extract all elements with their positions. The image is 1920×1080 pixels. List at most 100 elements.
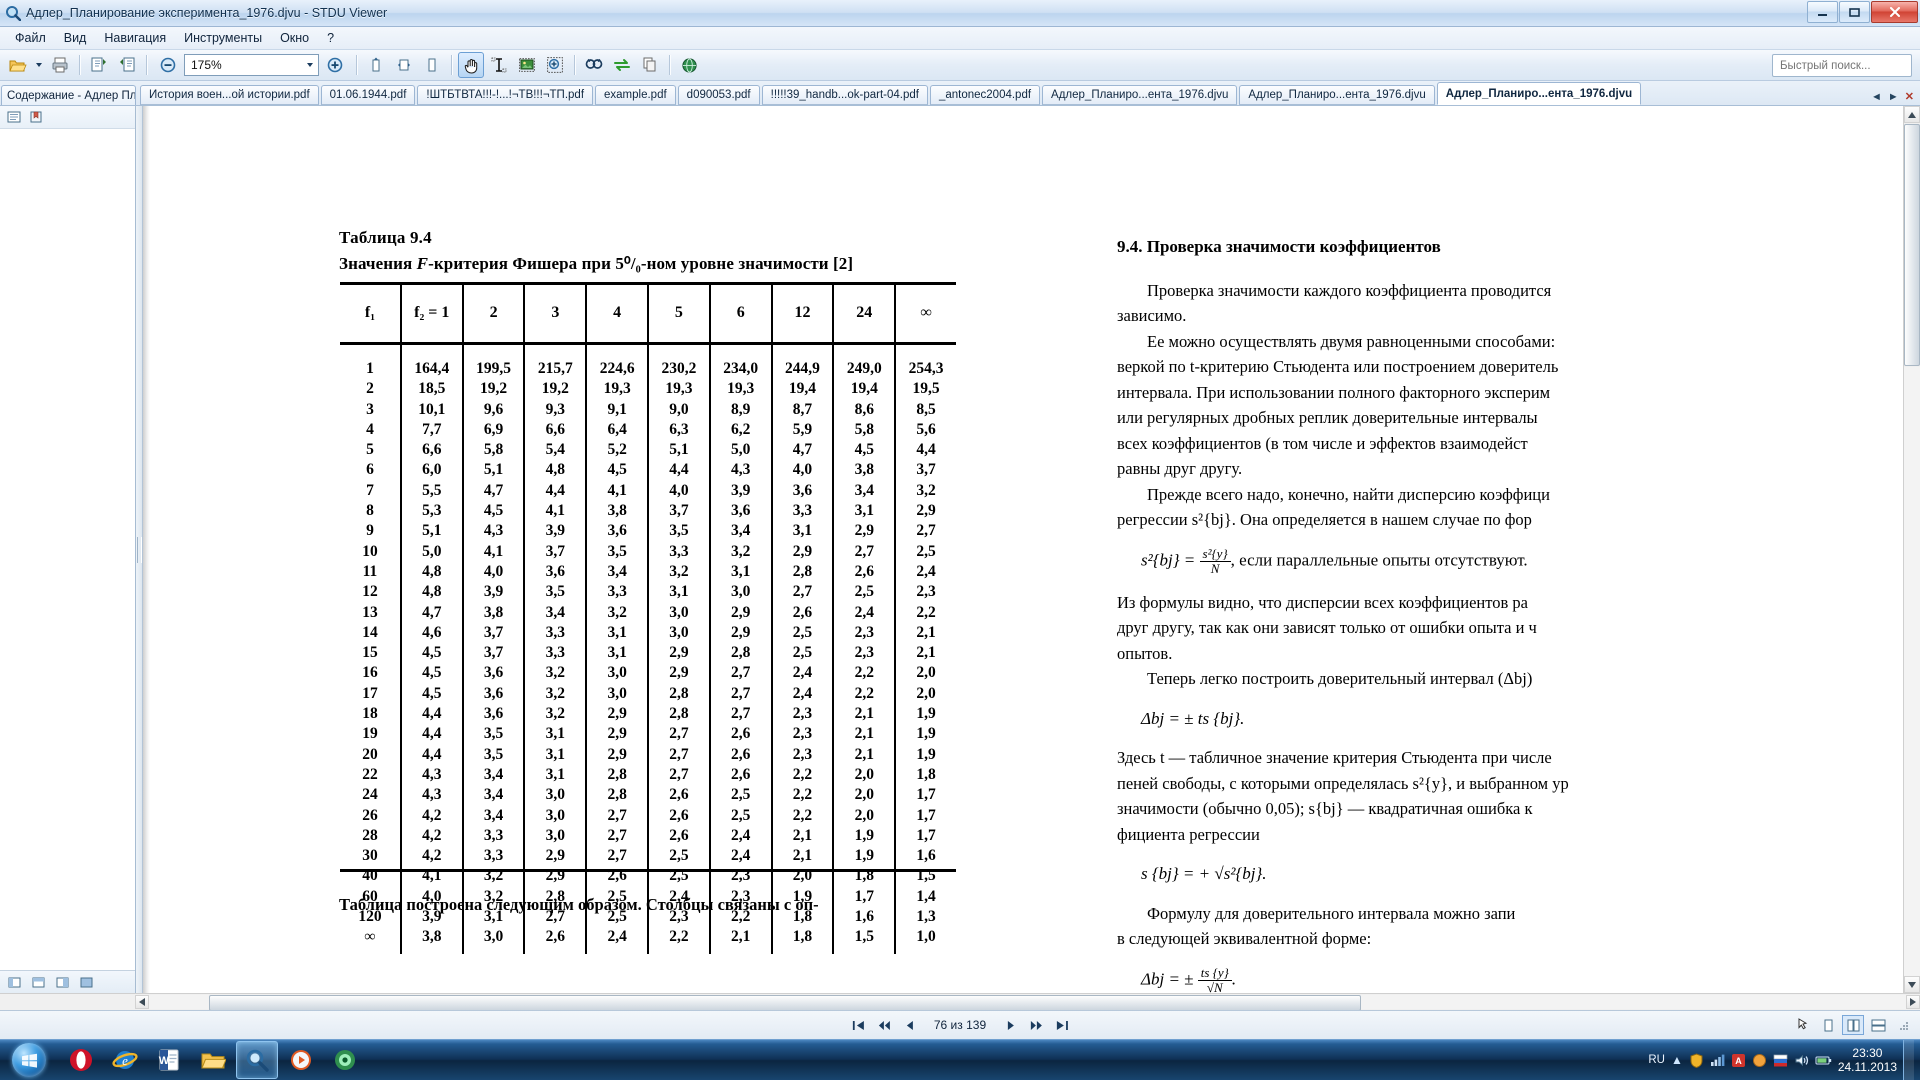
start-button[interactable]	[2, 1041, 56, 1079]
table-cell-value: 3,3	[523, 622, 587, 644]
hscroll-track[interactable]	[149, 995, 1906, 1011]
doc-tab[interactable]: example.pdf	[595, 85, 676, 105]
search-input[interactable]	[1778, 58, 1906, 73]
resize-grip-icon[interactable]	[1892, 1015, 1914, 1035]
tab-scroll-right-icon[interactable]: ►	[1886, 91, 1901, 103]
taskbar-opera-icon[interactable]	[60, 1041, 102, 1079]
vertical-scrollbar[interactable]	[1903, 106, 1920, 993]
quick-search-box[interactable]	[1772, 54, 1912, 77]
menu-file[interactable]: Файл	[6, 28, 55, 48]
print-icon[interactable]	[47, 52, 73, 78]
tab-close-icon[interactable]: ✕	[1903, 90, 1916, 103]
find-icon[interactable]	[581, 52, 607, 78]
table-cell-value: 2,7	[894, 521, 956, 542]
zoom-dropdown-arrow[interactable]	[302, 56, 317, 74]
menu-help[interactable]: ?	[318, 28, 343, 48]
panel-layout-icon-2[interactable]	[27, 972, 49, 992]
tray-expand-icon[interactable]: ▲	[1671, 1053, 1683, 1067]
doc-tab[interactable]: !!!!!39_handb...ok-part-04.pdf	[761, 85, 928, 105]
zoom-select-icon[interactable]	[542, 52, 568, 78]
scroll-up-arrow-icon[interactable]	[1904, 106, 1920, 123]
panel-layout-icon-1[interactable]	[3, 972, 25, 992]
language-indicator[interactable]: RU	[1648, 1054, 1665, 1066]
taskbar-media-icon[interactable]	[280, 1041, 322, 1079]
last-page-button[interactable]	[1050, 1014, 1074, 1036]
text-select-icon[interactable]	[486, 52, 512, 78]
open-file-icon[interactable]	[5, 52, 31, 78]
hscroll-left-arrow-icon[interactable]	[135, 995, 149, 1009]
menu-navigation[interactable]: Навигация	[95, 28, 175, 48]
scroll-track[interactable]	[1904, 367, 1920, 976]
page-forward-button[interactable]	[998, 1014, 1022, 1036]
minimize-button[interactable]	[1807, 1, 1838, 23]
taskbar-explorer-icon[interactable]	[192, 1041, 234, 1079]
table-cell-value: 3,9	[461, 582, 525, 603]
hscroll-thumb[interactable]	[209, 995, 1361, 1011]
tray-volume-icon[interactable]	[1794, 1053, 1809, 1068]
tab-scroll-left-icon[interactable]: ◄	[1869, 91, 1884, 103]
doc-tab[interactable]: История воен...ой истории.pdf	[140, 85, 319, 105]
fit-width-icon[interactable]	[363, 52, 389, 78]
prev-page-button[interactable]	[872, 1014, 896, 1036]
taskbar-word-icon[interactable]: W	[148, 1041, 190, 1079]
view-mode-continuous-icon[interactable]	[1842, 1015, 1864, 1035]
page-cursor-icon[interactable]	[1792, 1015, 1814, 1035]
panel-layout-icon-4[interactable]	[75, 972, 97, 992]
copy-icon[interactable]	[637, 52, 663, 78]
side-panel-content[interactable]	[0, 129, 135, 970]
actual-size-icon[interactable]	[419, 52, 445, 78]
tray-misc-icon[interactable]	[1752, 1053, 1767, 1068]
close-button[interactable]	[1871, 1, 1918, 23]
facing-pages-icon[interactable]	[114, 52, 140, 78]
doc-tab-selected[interactable]: Адлер_Планиро...ента_1976.djvu	[1436, 82, 1642, 105]
contents-icon[interactable]	[3, 107, 25, 127]
zoom-in-icon[interactable]	[322, 52, 348, 78]
menu-tools[interactable]: Инструменты	[175, 28, 271, 48]
scanned-page-content: Таблица 9.4 Значения F-критерия Фишера п…	[143, 106, 1903, 993]
tray-network-icon[interactable]	[1710, 1053, 1725, 1068]
globe-icon[interactable]	[676, 52, 702, 78]
doc-tab[interactable]: 01.06.1944.pdf	[320, 85, 416, 105]
taskbar-record-icon[interactable]	[324, 1041, 366, 1079]
doc-tab[interactable]: Адлер_Планиро...ента_1976.djvu	[1042, 85, 1238, 105]
doc-tab[interactable]: Адлер_Планиро...ента_1976.djvu	[1239, 85, 1435, 105]
tray-shield-icon[interactable]	[1689, 1052, 1704, 1068]
compare-icon[interactable]	[609, 52, 635, 78]
panel-layout-icon-3[interactable]	[51, 972, 73, 992]
tray-flag-icon[interactable]	[1773, 1053, 1788, 1068]
view-mode-facing-icon[interactable]	[1867, 1015, 1889, 1035]
scroll-thumb[interactable]	[1904, 124, 1920, 366]
image-select-icon[interactable]	[514, 52, 540, 78]
tray-antivirus-icon[interactable]: A	[1731, 1053, 1746, 1068]
menu-view[interactable]: Вид	[55, 28, 96, 48]
page-back-button[interactable]	[898, 1014, 922, 1036]
open-dropdown-icon[interactable]	[33, 52, 45, 78]
taskbar-clock[interactable]: 23:30 24.11.2013	[1838, 1046, 1897, 1074]
hscroll-right-arrow-icon[interactable]	[1906, 995, 1920, 1009]
doc-tab[interactable]: _antonec2004.pdf	[929, 85, 1041, 105]
show-desktop-button[interactable]	[1903, 1040, 1914, 1080]
zoom-combobox[interactable]: 175%	[184, 54, 319, 76]
doc-tab[interactable]: !ШТБТВТА!!!-!...!¬ТВ!!!¬ТП.pdf	[417, 85, 594, 105]
document-view[interactable]: Таблица 9.4 Значения F-критерия Фишера п…	[143, 106, 1920, 993]
fit-page-icon[interactable]	[391, 52, 417, 78]
side-panel-tab[interactable]: Содержание - Адлер План	[1, 85, 136, 105]
tray-battery-icon[interactable]	[1815, 1054, 1832, 1067]
zoom-out-icon[interactable]	[155, 52, 181, 78]
panel-splitter[interactable]	[136, 106, 143, 993]
document-page[interactable]: Таблица 9.4 Значения F-критерия Фишера п…	[143, 106, 1903, 993]
doc-tab[interactable]: d090053.pdf	[677, 85, 760, 105]
hand-tool-icon[interactable]	[458, 52, 484, 78]
maximize-button[interactable]	[1839, 1, 1870, 23]
taskbar-stdu-icon[interactable]	[236, 1041, 278, 1079]
table-cell-value: 224,6	[585, 343, 649, 380]
next-page-button[interactable]	[1024, 1014, 1048, 1036]
scroll-down-arrow-icon[interactable]	[1904, 976, 1920, 993]
taskbar-ie-icon[interactable]: e	[104, 1041, 146, 1079]
first-page-button[interactable]	[846, 1014, 870, 1036]
horizontal-scrollbar[interactable]	[0, 993, 1920, 1011]
single-page-icon[interactable]	[86, 52, 112, 78]
menu-window[interactable]: Окно	[271, 28, 318, 48]
view-mode-single-icon[interactable]	[1817, 1015, 1839, 1035]
bookmarks-icon[interactable]	[25, 107, 47, 127]
